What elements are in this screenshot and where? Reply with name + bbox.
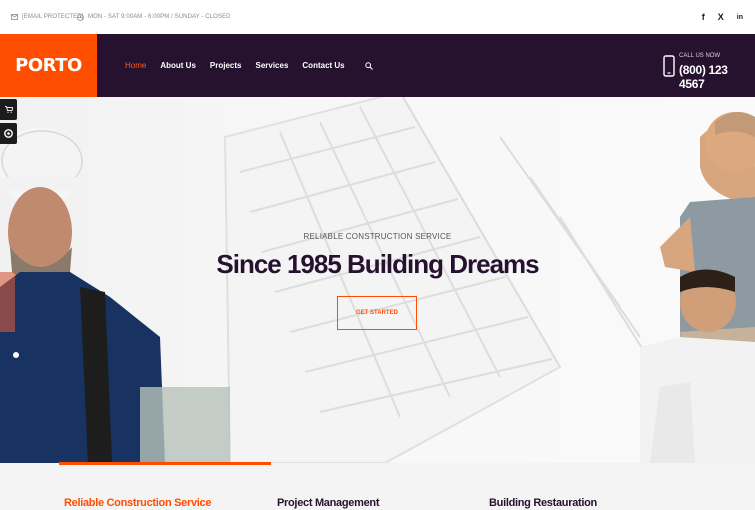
hours-text: MON - SAT 9:00AM - 6:00PM / SUNDAY - CLO… xyxy=(88,14,231,20)
nav-services[interactable]: Services xyxy=(255,61,288,70)
cart-tool[interactable] xyxy=(0,99,17,120)
facebook-icon[interactable]: f xyxy=(702,12,705,22)
phone-icon xyxy=(663,55,675,77)
logo[interactable]: PORTO xyxy=(0,34,97,97)
top-bar: [EMAIL PROTECTED] MON - SAT 9:00AM - 6:0… xyxy=(0,0,755,35)
support-tool[interactable] xyxy=(0,123,17,144)
service-project-management[interactable]: Project Management xyxy=(277,497,379,509)
building-background xyxy=(0,97,755,463)
active-indicator xyxy=(59,462,271,465)
hero-title: Since 1985 Building Dreams xyxy=(216,249,539,279)
clock-icon xyxy=(77,13,84,21)
nav-about-us[interactable]: About Us xyxy=(160,61,196,70)
main-nav: Home About Us Projects Services Contact … xyxy=(125,34,373,97)
hours-info: MON - SAT 9:00AM - 6:00PM / SUNDAY - CLO… xyxy=(77,0,231,34)
nav-contact-us[interactable]: Contact Us xyxy=(302,61,344,70)
phone-number[interactable]: (800) 123 4567 xyxy=(679,63,753,91)
main-header: PORTO Home About Us Projects Services Co… xyxy=(0,34,755,97)
x-icon[interactable]: X xyxy=(718,12,724,22)
email-text: [EMAIL PROTECTED] xyxy=(22,14,84,20)
nav-home[interactable]: Home xyxy=(125,61,146,70)
mail-icon xyxy=(11,14,18,20)
logo-text: PORTO xyxy=(15,55,82,76)
linkedin-icon[interactable]: in xyxy=(737,14,743,21)
hero-section: ⚙ RELIABLE CONSTRUCTION SERVICE Since 19… xyxy=(0,97,755,463)
search-icon[interactable] xyxy=(364,61,373,70)
service-building-restauration[interactable]: Building Restauration xyxy=(489,497,597,509)
nav-projects[interactable]: Projects xyxy=(210,61,242,70)
cart-icon xyxy=(4,106,13,113)
social-links: f X in xyxy=(702,0,743,34)
get-started-button[interactable]: GET STARTED xyxy=(337,296,417,330)
call-label: CALL US NOW xyxy=(679,53,721,59)
lifebuoy-icon xyxy=(4,129,13,138)
hero-subtitle: RELIABLE CONSTRUCTION SERVICE xyxy=(303,232,452,241)
email-info[interactable]: [EMAIL PROTECTED] xyxy=(11,0,84,34)
service-reliable-construction[interactable]: Reliable Construction Service xyxy=(64,497,211,509)
call-us[interactable]: CALL US NOW (800) 123 4567 xyxy=(663,53,753,91)
